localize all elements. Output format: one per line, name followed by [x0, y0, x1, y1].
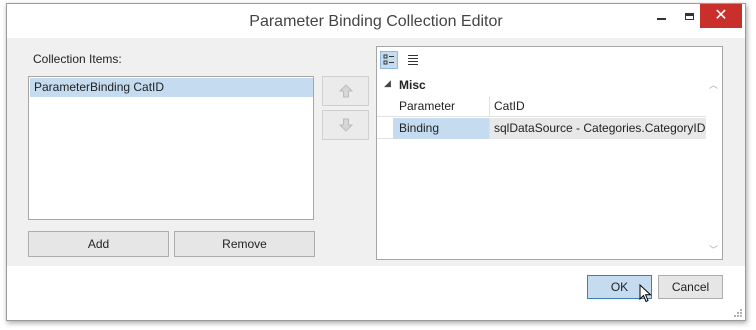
close-icon: ✕ [714, 7, 728, 24]
window-title: Parameter Binding Collection Editor [249, 13, 503, 30]
property-value[interactable]: CatID [490, 96, 707, 117]
add-button[interactable]: Add [28, 231, 169, 257]
minimize-icon [656, 18, 666, 20]
mouse-cursor-icon [639, 284, 652, 303]
property-grid: ◢ Misc Parameter Name CatID Binding sqlD… [376, 46, 723, 260]
arrow-up-icon [338, 84, 353, 98]
alphabetical-view-button[interactable] [404, 51, 422, 69]
title-bar[interactable]: Parameter Binding Collection Editor ✕ [7, 4, 745, 38]
move-down-button[interactable] [322, 110, 369, 140]
move-up-button[interactable] [322, 76, 369, 106]
scroll-down-icon[interactable]: ﹀ [709, 243, 718, 256]
dialog-window: Parameter Binding Collection Editor ✕ Co… [6, 3, 746, 321]
property-row-parameter-name[interactable]: Parameter Name CatID [377, 96, 707, 134]
scroll-up-icon[interactable]: ︿ [709, 78, 718, 91]
resize-grip-icon[interactable] [733, 308, 743, 318]
dialog-footer: OK Cancel [7, 266, 745, 320]
list-item[interactable]: ParameterBinding CatID [30, 78, 313, 97]
minimize-button[interactable] [647, 4, 675, 28]
maximize-icon [684, 12, 694, 20]
property-name: Parameter Name [393, 96, 490, 134]
alphabetical-view-icon [408, 55, 418, 65]
property-grid-toolbar [377, 47, 722, 74]
property-row-binding[interactable]: Binding sqlDataSource - Categories.Categ… [377, 118, 707, 139]
property-value[interactable]: sqlDataSource - Categories.CategoryID [490, 118, 707, 139]
categorized-view-button[interactable] [380, 51, 398, 69]
property-name: Binding [393, 118, 490, 139]
remove-button[interactable]: Remove [174, 231, 315, 257]
close-button[interactable]: ✕ [700, 4, 742, 28]
collapse-icon[interactable]: ◢ [384, 78, 391, 89]
categorized-view-icon [383, 54, 394, 65]
collection-items-list[interactable]: ParameterBinding CatID [28, 76, 314, 220]
maximize-button[interactable] [675, 4, 703, 28]
dialog-content: Collection Items: ParameterBinding CatID… [7, 38, 745, 266]
vertical-scrollbar[interactable]: ︿ ﹀ [706, 75, 722, 259]
arrow-down-icon [338, 118, 353, 132]
collection-items-label: Collection Items: [33, 52, 122, 66]
cancel-button[interactable]: Cancel [658, 275, 723, 299]
category-row-misc[interactable]: ◢ Misc [377, 75, 707, 95]
category-label: Misc [399, 78, 426, 92]
